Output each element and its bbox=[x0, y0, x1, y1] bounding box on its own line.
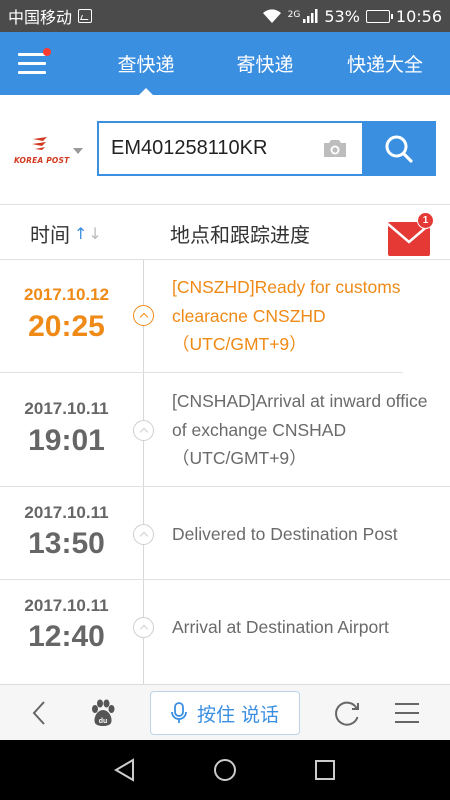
refresh-icon[interactable] bbox=[332, 698, 362, 728]
event-description: [CNSZHD]Ready for customs clearacne CNSZ… bbox=[172, 277, 401, 354]
image-notification-icon bbox=[78, 9, 93, 23]
microphone-icon bbox=[171, 702, 187, 723]
menu-icon-line bbox=[18, 71, 46, 74]
menu-icon-line bbox=[18, 53, 46, 56]
baidu-paw-icon[interactable]: du bbox=[88, 698, 118, 728]
wifi-icon bbox=[262, 9, 281, 23]
menu-button[interactable] bbox=[18, 48, 51, 77]
tracking-event-list: 2017.10.12 20:25 [CNSZHD]Ready for custo… bbox=[0, 260, 450, 684]
svg-text:du: du bbox=[99, 718, 108, 725]
tracking-event: 2017.10.11 19:01 [CNSHAD]Arrival at inwa… bbox=[0, 373, 450, 487]
android-recents-icon[interactable] bbox=[312, 757, 338, 783]
android-home-icon[interactable] bbox=[212, 757, 238, 783]
status-indicators: 2G 53% 10:56 bbox=[262, 7, 442, 26]
hold-to-talk-button[interactable]: 按住 说话 bbox=[150, 691, 300, 735]
carrier-info: 中国移动 bbox=[8, 4, 93, 28]
tracking-event: 2017.10.11 12:40 Arrival at Destination … bbox=[0, 580, 450, 684]
tracking-number-input[interactable] bbox=[99, 123, 319, 174]
back-arrow-icon[interactable] bbox=[26, 699, 52, 727]
battery-icon bbox=[365, 9, 393, 23]
event-time: 13:50 bbox=[28, 527, 105, 560]
event-date: 2017.10.12 bbox=[23, 285, 110, 304]
tab-express-directory[interactable]: 快递大全 bbox=[324, 32, 446, 95]
notification-dot bbox=[43, 48, 51, 56]
event-description: Delivered to Destination Post bbox=[172, 524, 398, 544]
signal-icon bbox=[303, 9, 318, 23]
mail-count-badge: 1 bbox=[417, 212, 434, 229]
tab-send-express[interactable]: 寄快递 bbox=[206, 32, 324, 95]
search-button[interactable] bbox=[362, 121, 436, 176]
browser-menu-icon[interactable] bbox=[394, 700, 420, 726]
clock: 10:56 bbox=[395, 6, 442, 26]
search-row: KOREA POST bbox=[0, 95, 450, 205]
menu-icon-line bbox=[18, 62, 46, 65]
mail-button[interactable]: 1 bbox=[387, 212, 434, 257]
timeline-node-icon bbox=[133, 617, 154, 638]
timeline-node-icon bbox=[133, 305, 154, 326]
tracking-event: 2017.10.12 20:25 [CNSZHD]Ready for custo… bbox=[0, 260, 450, 373]
android-back-icon[interactable] bbox=[112, 757, 138, 783]
time-column-header[interactable]: 时间 ↑ ↓ bbox=[30, 219, 102, 248]
event-date: 2017.10.11 bbox=[24, 399, 109, 418]
search-icon bbox=[385, 135, 413, 163]
tab-track-express[interactable]: 查快递 bbox=[86, 32, 206, 95]
timeline-node-icon bbox=[133, 524, 154, 545]
event-time: 19:01 bbox=[28, 424, 105, 457]
carrier-selector[interactable]: KOREA POST bbox=[14, 131, 90, 171]
browser-toolbar: du 按住 说话 bbox=[0, 684, 450, 740]
chevron-down-icon bbox=[73, 148, 83, 154]
top-nav-bar: 查快递 寄快递 快递大全 bbox=[0, 32, 450, 95]
event-date: 2017.10.11 bbox=[24, 503, 109, 522]
tracking-event: 2017.10.11 13:50 Delivered to Destinatio… bbox=[0, 487, 450, 580]
korea-post-logo: KOREA POST bbox=[14, 133, 70, 169]
tracking-number-box bbox=[97, 121, 362, 176]
timeline-node-icon bbox=[133, 420, 154, 441]
camera-icon[interactable] bbox=[322, 138, 348, 158]
nav-tabs: 查快递 寄快递 快递大全 bbox=[90, 32, 450, 95]
event-time: 12:40 bbox=[28, 620, 105, 653]
korea-post-logo-mark bbox=[32, 137, 47, 150]
event-description: [CNSHAD]Arrival at inward office of exch… bbox=[172, 391, 428, 468]
status-bar: 中国移动 2G 53% 10:56 bbox=[0, 0, 450, 32]
android-navigation-bar bbox=[0, 740, 450, 800]
tracking-table-header: 时间 ↑ ↓ 地点和跟踪进度 1 bbox=[0, 205, 450, 260]
time-header-label: 时间 bbox=[30, 223, 70, 247]
event-date: 2017.10.11 bbox=[24, 596, 109, 615]
korea-post-logo-text: KOREA POST bbox=[14, 156, 70, 165]
hold-to-talk-label: 按住 说话 bbox=[196, 703, 280, 726]
carrier-name: 中国移动 bbox=[8, 8, 73, 27]
sort-icon: ↑ ↓ bbox=[74, 223, 102, 243]
detail-column-header: 地点和跟踪进度 bbox=[170, 223, 310, 247]
event-time: 20:25 bbox=[28, 310, 105, 343]
battery-percent: 53% bbox=[324, 6, 360, 26]
event-description: Arrival at Destination Airport bbox=[172, 617, 389, 637]
network-type-label: 2G bbox=[287, 9, 301, 20]
